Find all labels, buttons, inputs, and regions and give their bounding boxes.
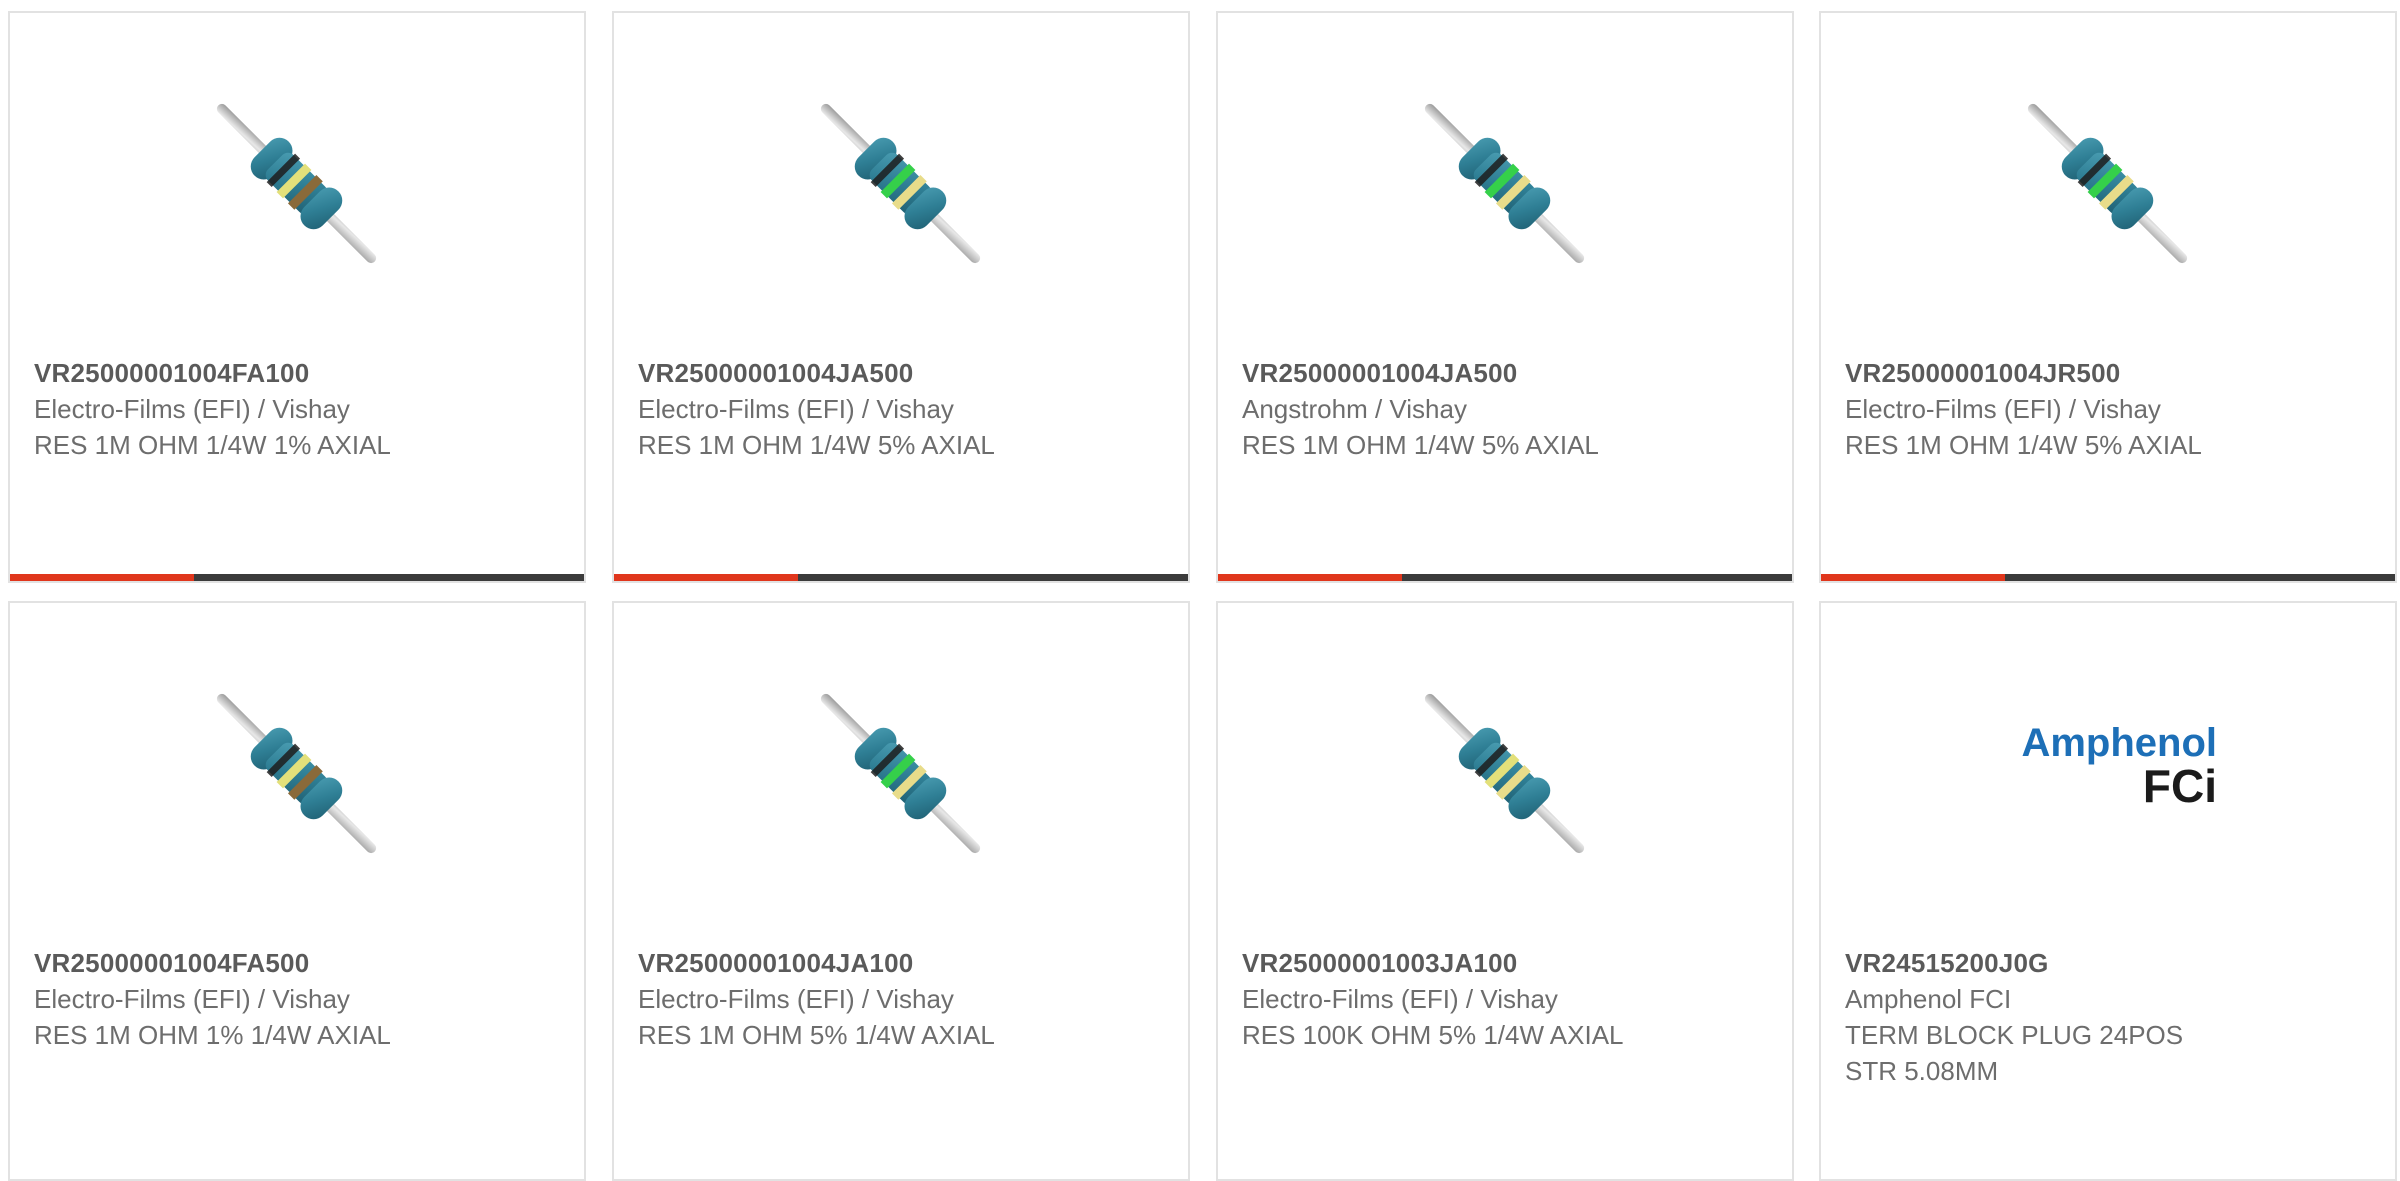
progress-bar (614, 574, 1188, 581)
product-card[interactable]: VR25000001004FA100 Electro-Films (EFI) /… (8, 11, 586, 583)
manufacturer: Electro-Films (EFI) / Vishay (1242, 984, 1558, 1014)
description: RES 1M OHM 1/4W 5% AXIAL (1845, 430, 2202, 460)
manufacturer: Electro-Films (EFI) / Vishay (638, 394, 954, 424)
description: RES 1M OHM 1/4W 1% AXIAL (34, 430, 391, 460)
product-info: VR25000001004FA500 Electro-Films (EFI) /… (34, 945, 564, 1053)
manufacturer: Amphenol FCI (1845, 984, 2012, 1014)
part-number[interactable]: VR25000001004JA100 (638, 945, 1168, 981)
product-card[interactable]: Amphenol FCi VR24515200J0G Amphenol FCI … (1819, 601, 2397, 1181)
product-card[interactable]: VR25000001004JA100 Electro-Films (EFI) /… (612, 601, 1190, 1181)
resistor-icon (800, 673, 1001, 874)
resistor-icon (196, 83, 397, 284)
progress-fill (1821, 574, 2005, 581)
resistor-icon (1404, 673, 1605, 874)
product-info: VR25000001004JR500 Electro-Films (EFI) /… (1845, 355, 2375, 463)
amphenol-fci-logo: Amphenol FCi (2007, 723, 2217, 823)
manufacturer: Electro-Films (EFI) / Vishay (34, 394, 350, 424)
progress-bar (10, 574, 584, 581)
product-info: VR25000001004JA100 Electro-Films (EFI) /… (638, 945, 1168, 1053)
logo-text-fci: FCi (2142, 760, 2217, 812)
product-grid: VR25000001004FA100 Electro-Films (EFI) /… (0, 0, 2400, 1181)
product-card[interactable]: VR25000001003JA100 Electro-Films (EFI) /… (1216, 601, 1794, 1181)
part-number[interactable]: VR25000001004JR500 (1845, 355, 2375, 391)
manufacturer: Angstrohm / Vishay (1242, 394, 1467, 424)
product-info: VR24515200J0G Amphenol FCI TERM BLOCK PL… (1845, 945, 2375, 1089)
progress-fill (614, 574, 798, 581)
logo-text-amphenol: Amphenol (2021, 721, 2217, 765)
description: RES 1M OHM 1% 1/4W AXIAL (34, 1020, 391, 1050)
progress-fill (10, 574, 194, 581)
resistor-icon (196, 673, 397, 874)
description: RES 1M OHM 1/4W 5% AXIAL (638, 430, 995, 460)
product-card[interactable]: VR25000001004JR500 Electro-Films (EFI) /… (1819, 11, 2397, 583)
resistor-icon (800, 83, 1001, 284)
description: RES 1M OHM 5% 1/4W AXIAL (638, 1020, 995, 1050)
part-number[interactable]: VR25000001004FA500 (34, 945, 564, 981)
progress-bar (1218, 574, 1792, 581)
part-number[interactable]: VR25000001004FA100 (34, 355, 564, 391)
description: RES 100K OHM 5% 1/4W AXIAL (1242, 1020, 1624, 1050)
product-info: VR25000001004FA100 Electro-Films (EFI) /… (34, 355, 564, 463)
product-card[interactable]: VR25000001004JA500 Angstrohm / Vishay RE… (1216, 11, 1794, 583)
resistor-icon (2007, 83, 2208, 284)
part-number[interactable]: VR25000001004JA500 (1242, 355, 1772, 391)
product-info: VR25000001004JA500 Electro-Films (EFI) /… (638, 355, 1168, 463)
description: TERM BLOCK PLUG 24POS (1845, 1020, 2184, 1050)
manufacturer: Electro-Films (EFI) / Vishay (1845, 394, 2161, 424)
manufacturer: Electro-Films (EFI) / Vishay (638, 984, 954, 1014)
product-card[interactable]: VR25000001004FA500 Electro-Films (EFI) /… (8, 601, 586, 1181)
part-number[interactable]: VR25000001003JA100 (1242, 945, 1772, 981)
part-number[interactable]: VR25000001004JA500 (638, 355, 1168, 391)
part-number[interactable]: VR24515200J0G (1845, 945, 2375, 981)
resistor-icon (1404, 83, 1605, 284)
progress-fill (1218, 574, 1402, 581)
description-line-2: STR 5.08MM (1845, 1056, 1999, 1086)
description: RES 1M OHM 1/4W 5% AXIAL (1242, 430, 1599, 460)
product-card[interactable]: VR25000001004JA500 Electro-Films (EFI) /… (612, 11, 1190, 583)
product-info: VR25000001003JA100 Electro-Films (EFI) /… (1242, 945, 1772, 1053)
product-info: VR25000001004JA500 Angstrohm / Vishay RE… (1242, 355, 1772, 463)
progress-bar (1821, 574, 2395, 581)
manufacturer: Electro-Films (EFI) / Vishay (34, 984, 350, 1014)
